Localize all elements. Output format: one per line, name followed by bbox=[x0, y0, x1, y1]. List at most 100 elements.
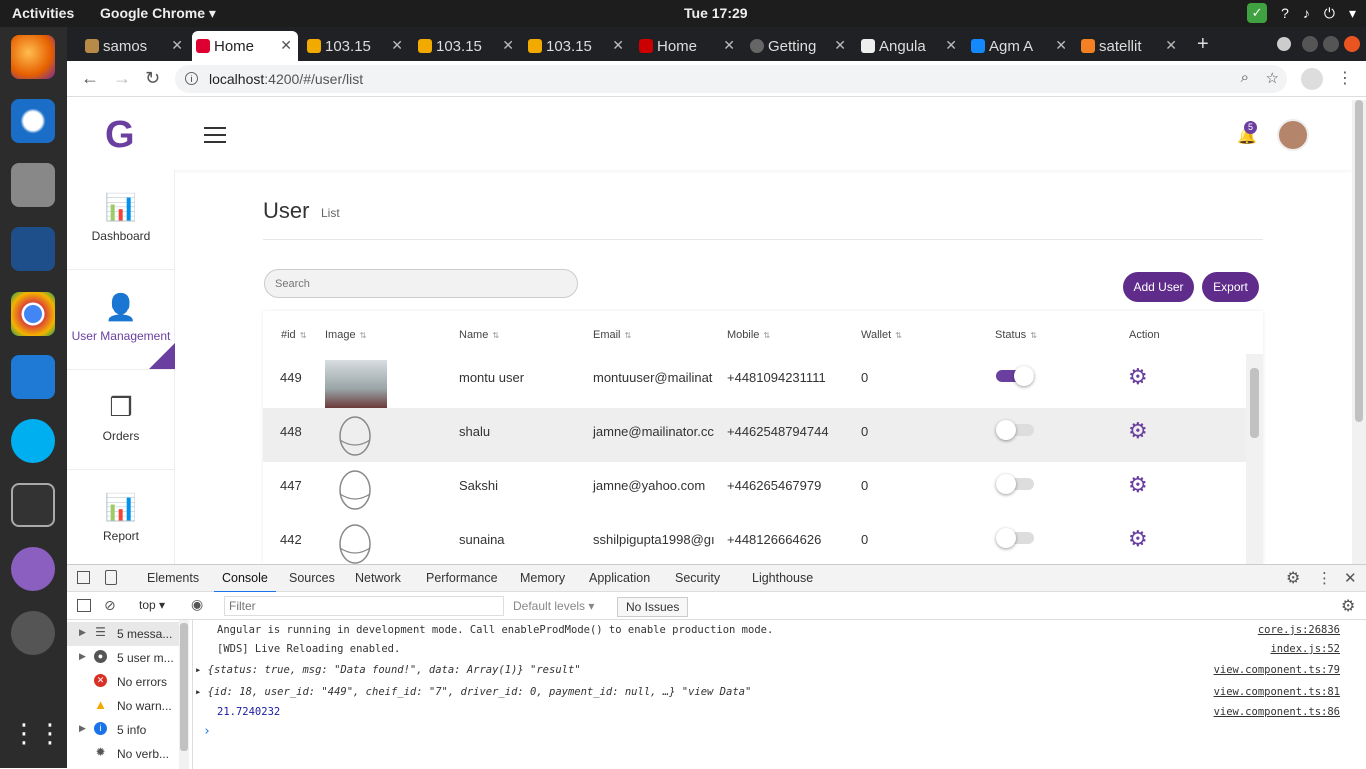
volume-icon[interactable]: ♪ bbox=[1303, 5, 1310, 21]
tab-performance[interactable]: Performance bbox=[426, 571, 498, 585]
address-bar[interactable]: i localhost:4200/#/user/list ⌕ ☆ bbox=[175, 65, 1287, 93]
status-toggle[interactable] bbox=[996, 474, 1034, 494]
firefox-icon[interactable] bbox=[11, 35, 55, 79]
tab-network[interactable]: Network bbox=[355, 571, 401, 585]
browser-tab-active[interactable]: Home ✕ bbox=[192, 31, 298, 61]
sidebar-scrollbar[interactable] bbox=[179, 620, 189, 769]
gear-icon[interactable]: ⚙ bbox=[1128, 364, 1148, 390]
export-button[interactable]: Export bbox=[1202, 272, 1259, 302]
browser-tab[interactable]: 103.15 ✕ bbox=[524, 31, 630, 61]
tab-memory[interactable]: Memory bbox=[520, 571, 565, 585]
status-toggle[interactable] bbox=[996, 528, 1034, 548]
zoom-icon[interactable]: ⌕ bbox=[1241, 69, 1249, 86]
scrollbar-thumb[interactable] bbox=[1250, 368, 1259, 438]
close-tab-icon[interactable]: ✕ bbox=[502, 37, 514, 54]
log-source-link[interactable]: view.component.ts:79 bbox=[1214, 664, 1340, 676]
add-user-button[interactable]: Add User bbox=[1123, 272, 1194, 302]
vscode-icon[interactable] bbox=[11, 355, 55, 399]
console-prompt[interactable]: › bbox=[193, 720, 1353, 740]
tab-console[interactable]: Console bbox=[214, 571, 276, 593]
tab-security[interactable]: Security bbox=[675, 571, 720, 585]
filter-user-messages[interactable]: ▶ ● 5 user m... bbox=[67, 646, 179, 670]
table-row[interactable]: 447 Sakshi jamne@yahoo.com +446265467979… bbox=[263, 462, 1246, 516]
app-menu[interactable]: Google Chrome ▾ bbox=[100, 5, 216, 22]
terminal-icon[interactable] bbox=[11, 483, 55, 527]
power-icon[interactable]: ⏻ bbox=[1324, 5, 1335, 22]
status-toggle[interactable] bbox=[996, 420, 1034, 440]
close-tab-icon[interactable]: ✕ bbox=[171, 37, 183, 54]
more-options-icon[interactable]: ⋮ bbox=[1317, 569, 1332, 587]
column-header-mobile[interactable]: Mobile ⇅ bbox=[727, 329, 770, 341]
close-tab-icon[interactable]: ✕ bbox=[391, 37, 403, 54]
check-icon[interactable]: ✓ bbox=[1247, 3, 1268, 23]
log-entry[interactable]: ▸ {id: 18, user_id: "449", cheif_id: "7"… bbox=[193, 682, 1353, 702]
table-row[interactable]: 448 shalu jamne@mailinator.cc +446254879… bbox=[263, 408, 1246, 462]
browser-tab[interactable]: Agm A ✕ bbox=[967, 31, 1073, 61]
network-icon[interactable]: ? bbox=[1281, 5, 1289, 21]
user-avatar[interactable] bbox=[1277, 119, 1309, 151]
column-header-name[interactable]: Name ⇅ bbox=[459, 329, 499, 341]
filter-warnings[interactable]: ▲ No warn... bbox=[67, 694, 179, 718]
log-entry[interactable]: [WDS] Live Reloading enabled. index.js:52 bbox=[193, 639, 1353, 659]
tab-search-icon[interactable] bbox=[1277, 37, 1291, 51]
sort-icon[interactable]: ⇅ bbox=[763, 331, 770, 340]
device-toggle-icon[interactable] bbox=[105, 570, 117, 585]
browser-tab[interactable]: samos ✕ bbox=[81, 31, 189, 61]
gear-icon[interactable]: ⚙ bbox=[1128, 418, 1148, 444]
profile-icon[interactable] bbox=[1301, 68, 1323, 90]
gear-icon[interactable]: ⚙ bbox=[1128, 526, 1148, 552]
app-logo[interactable]: G bbox=[105, 114, 135, 157]
system-tray[interactable]: ✓ ? ♪ ⏻ ▾ bbox=[1247, 3, 1356, 23]
files-icon[interactable] bbox=[11, 163, 55, 207]
url-text[interactable]: localhost:4200/#/user/list bbox=[209, 71, 363, 87]
status-toggle[interactable] bbox=[996, 366, 1034, 386]
close-icon[interactable]: ✕ bbox=[1344, 569, 1357, 587]
close-tab-icon[interactable]: ✕ bbox=[612, 37, 624, 54]
browser-tab[interactable]: Home ✕ bbox=[635, 31, 741, 61]
new-tab-button[interactable]: + bbox=[1197, 33, 1209, 56]
hamburger-menu-icon[interactable] bbox=[204, 127, 226, 143]
log-source-link[interactable]: view.component.ts:81 bbox=[1214, 686, 1340, 698]
tab-application[interactable]: Application bbox=[589, 571, 650, 585]
browser-tab[interactable]: Getting ✕ bbox=[746, 31, 852, 61]
sort-icon[interactable]: ⇅ bbox=[300, 331, 307, 340]
column-header-id[interactable]: #id ⇅ bbox=[281, 329, 306, 341]
thunderbird-icon[interactable] bbox=[11, 99, 55, 143]
close-tab-icon[interactable]: ✕ bbox=[280, 37, 292, 54]
table-row[interactable]: 449 montu user montuuser@mailinat +44810… bbox=[263, 354, 1246, 408]
chevron-down-icon[interactable]: ▾ bbox=[1349, 5, 1356, 22]
sidebar-toggle-icon[interactable] bbox=[77, 599, 91, 612]
context-select[interactable]: top ▾ bbox=[139, 598, 165, 612]
column-header-status[interactable]: Status ⇅ bbox=[995, 329, 1037, 341]
close-tab-icon[interactable]: ✕ bbox=[834, 37, 846, 54]
log-levels-select[interactable]: Default levels ▾ bbox=[513, 599, 594, 613]
show-apps-icon[interactable]: ⋮⋮⋮ bbox=[11, 711, 89, 755]
window-minimize-button[interactable] bbox=[1302, 36, 1318, 52]
column-header-image[interactable]: Image ⇅ bbox=[325, 329, 366, 341]
sidebar-item-report[interactable]: 📊 Report bbox=[67, 470, 175, 564]
tab-elements[interactable]: Elements bbox=[147, 571, 199, 585]
filter-errors[interactable]: ✕ No errors bbox=[67, 670, 179, 694]
scrollbar-thumb[interactable] bbox=[1355, 100, 1363, 422]
settings-gear-icon[interactable]: ⚙ bbox=[1286, 568, 1300, 588]
eye-icon[interactable]: ◉ bbox=[191, 596, 203, 613]
close-tab-icon[interactable]: ✕ bbox=[1055, 37, 1067, 54]
browser-tab[interactable]: 103.15 ✕ bbox=[303, 31, 409, 61]
log-entry[interactable]: Angular is running in development mode. … bbox=[193, 620, 1353, 640]
clear-console-icon[interactable]: ⊘ bbox=[104, 597, 116, 614]
forward-arrow-icon[interactable]: → bbox=[113, 68, 131, 89]
filter-verbose[interactable]: ✹ No verb... bbox=[67, 742, 179, 766]
gear-icon[interactable]: ⚙ bbox=[1128, 472, 1148, 498]
back-arrow-icon[interactable]: ← bbox=[81, 68, 99, 89]
window-maximize-button[interactable] bbox=[1323, 36, 1339, 52]
sort-icon[interactable]: ⇅ bbox=[360, 331, 367, 340]
column-header-wallet[interactable]: Wallet ⇅ bbox=[861, 329, 902, 341]
tab-sources[interactable]: Sources bbox=[289, 571, 335, 585]
sort-icon[interactable]: ⇅ bbox=[895, 331, 902, 340]
activities-button[interactable]: Activities bbox=[12, 5, 74, 21]
console-settings-icon[interactable]: ⚙ bbox=[1341, 596, 1355, 616]
close-tab-icon[interactable]: ✕ bbox=[1165, 37, 1177, 54]
pidgin-icon[interactable] bbox=[11, 547, 55, 591]
sort-icon[interactable]: ⇅ bbox=[492, 331, 499, 340]
browser-tab[interactable]: satellit ✕ bbox=[1077, 31, 1183, 61]
